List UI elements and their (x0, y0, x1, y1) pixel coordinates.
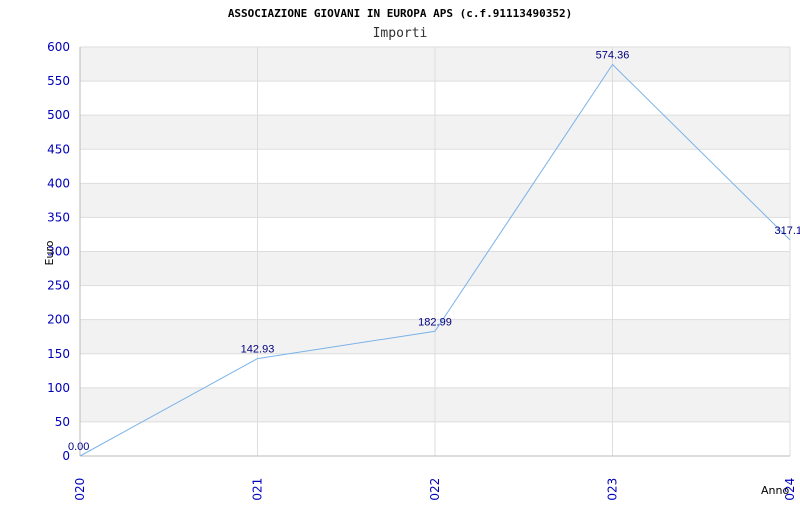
x-axis-label: Anno (761, 484, 789, 497)
y-tick-label: 200 (47, 313, 70, 327)
y-tick-label: 100 (47, 381, 70, 395)
chart-title: ASSOCIAZIONE GIOVANI IN EUROPA APS (c.f.… (228, 7, 572, 20)
chart-container: 0 50 100 150 200 250 300 350 400 450 500 550 600 202… (0, 0, 800, 505)
data-label: 574.36 (596, 49, 630, 61)
x-tick-label: 2020 (73, 478, 87, 500)
x-axis-ticks: 2020 2021 2022 2023 2024 (73, 478, 797, 505)
y-axis-label: Euro (43, 240, 56, 265)
line-chart: 050100150200250300350400450500550600 202… (43, 7, 800, 505)
y-tick-label: 350 (47, 210, 70, 224)
y-tick-label: 50 (55, 415, 70, 429)
data-label: 142.93 (241, 344, 275, 356)
x-tick-label: 2023 (606, 478, 620, 500)
data-label: 0.00 (68, 441, 89, 453)
x-tick-label: 2022 (428, 478, 442, 500)
data-label: 317.1 (774, 225, 800, 237)
data-label: 182.99 (418, 316, 452, 328)
x-tick-label: 2021 (251, 478, 265, 500)
chart-subtitle: Importi (373, 26, 428, 41)
y-tick-label: 600 (47, 40, 70, 54)
y-tick-label: 400 (47, 176, 70, 190)
y-tick-label: 550 (47, 74, 70, 88)
y-tick-label: 450 (47, 142, 70, 156)
y-tick-label: 500 (47, 108, 70, 122)
y-tick-label: 150 (47, 347, 70, 361)
y-tick-label: 250 (47, 279, 70, 293)
